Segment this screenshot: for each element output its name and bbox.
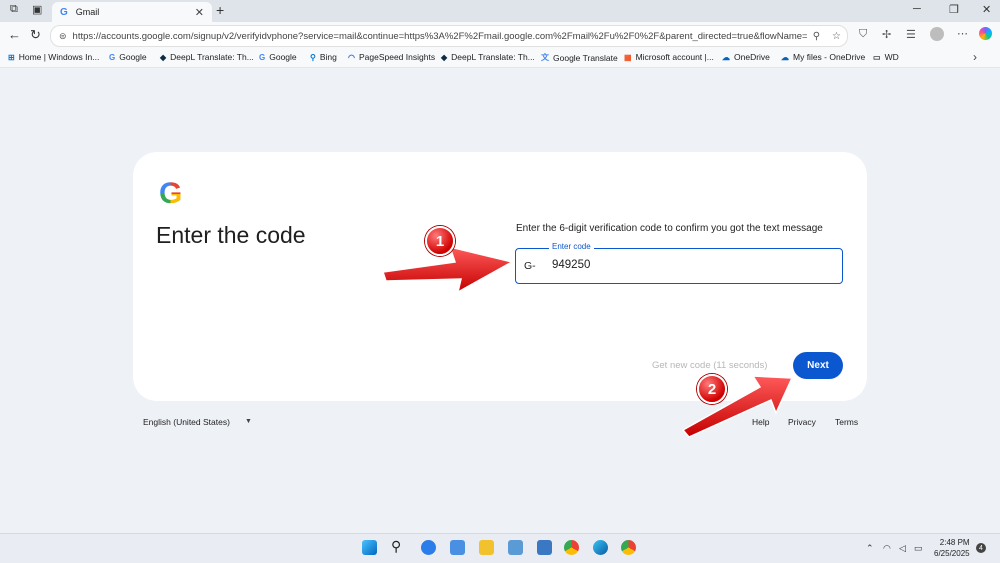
maximize-icon[interactable]: ❐ [949,3,959,16]
terms-link[interactable]: Terms [835,417,858,427]
favorite-star-icon[interactable]: ☆ [832,31,841,42]
volume-muted-icon[interactable]: ◁ [899,543,906,554]
step-badge-2: 2 [697,374,727,404]
tab-close-icon[interactable]: ✕ [195,6,204,19]
bing-search-icon: ⚲ [310,52,316,62]
microsoft-icon: ▦ [624,52,632,62]
get-new-code-link[interactable]: Get new code (11 seconds) [652,360,767,371]
vertical-tabs-icon[interactable]: ▣ [32,3,42,16]
folder-icon: ▭ [873,52,881,62]
extensions-icon[interactable]: ✢ [882,28,891,41]
back-icon[interactable]: ← [8,27,21,42]
google-translate-icon: 文 [541,53,549,62]
address-row: ← ↻ ⊜ https://accounts.google.com/signup… [0,22,1000,48]
deepl-icon: ◆ [160,52,167,62]
bookmarks-bar: ⊞ Home | Windows In... G Google ◆ DeepL Tra… [0,48,1000,68]
clock-date: 6/25/2025 [934,549,970,558]
step-badge-1: 1 [425,226,455,256]
pagespeed-icon: ◠ [348,52,355,62]
bookmark-item[interactable]: ⊞ Home | Windows In... [8,52,99,62]
new-tab-icon[interactable]: + [216,2,224,18]
chrome-profile-icon[interactable] [621,540,636,555]
browser-essentials-icon[interactable]: ⛉ [859,28,867,41]
address-bar[interactable]: ⊜ https://accounts.google.com/signup/v2/… [50,25,848,47]
chrome-icon[interactable] [564,540,579,555]
privacy-link[interactable]: Privacy [788,417,816,427]
notification-badge[interactable]: 4 [976,543,986,553]
read-aloud-icon[interactable]: ⚲ [813,31,820,42]
start-icon[interactable] [362,540,377,555]
url-text[interactable]: https://accounts.google.com/signup/v2/ve… [73,31,807,42]
page-title: Enter the code [156,222,306,248]
tab-title: Gmail [75,7,100,17]
bookmark-item[interactable]: G Google [259,52,297,62]
bookmark-item[interactable]: ☁ My files - OneDrive [781,52,865,62]
taskbar: ⚲ ⌃ ◠ ◁ ▭ 2:48 PM 6/25/2025 4 [0,533,1000,563]
next-button[interactable]: Next [793,352,843,379]
deepl-icon: ◆ [441,52,448,62]
battery-icon[interactable]: ▭ [914,543,923,554]
chevron-down-icon[interactable]: ▼ [245,418,252,425]
language-selector[interactable]: English (United States) [143,417,230,427]
workspaces-icon[interactable]: ⧉ [10,3,18,16]
windows-icon: ⊞ [8,52,15,62]
bookmark-item[interactable]: ▦ Microsoft account |... [624,52,714,62]
notes-icon[interactable] [537,540,552,555]
minimize-icon[interactable]: ─ [913,3,921,15]
bookmark-item[interactable]: G Google [109,52,147,62]
google-favicon-icon: G [60,6,68,18]
bookmark-item[interactable]: ☁ OneDrive [722,52,770,62]
search-icon[interactable]: ⚲ [391,538,401,555]
edge-icon[interactable] [593,540,608,555]
site-info-icon[interactable]: ⊜ [59,31,67,42]
remote-desktop-icon[interactable] [450,540,465,555]
code-field-label: Enter code [549,242,594,251]
more-options-icon[interactable]: ⋯ [957,27,968,40]
bookmark-item[interactable]: ◆ DeepL Translate: Th... [160,52,254,62]
chevron-right-icon[interactable]: › [973,50,977,64]
close-icon[interactable]: ✕ [982,3,991,16]
copilot-icon[interactable] [979,27,992,40]
copilot-app-icon[interactable] [421,540,436,555]
bookmark-item[interactable]: ◆ DeepL Translate: Th... [441,52,535,62]
refresh-icon[interactable]: ↻ [30,27,41,43]
wifi-icon[interactable]: ◠ [883,543,891,554]
google-logo-icon: G [159,177,183,210]
file-explorer-icon[interactable] [479,540,494,555]
tab-strip: ⧉ ▣ G Gmail ✕ + ─ ❐ ✕ [0,0,1000,22]
bookmark-item[interactable]: 文 Google Translate [541,52,618,63]
onedrive-icon: ☁ [781,52,789,62]
onedrive-icon: ☁ [722,52,730,62]
show-hidden-icons-icon[interactable]: ⌃ [866,543,874,554]
google-icon: G [109,52,116,62]
code-input[interactable] [552,256,782,274]
instruction-text: Enter the 6-digit verification code to c… [516,223,823,234]
notepad-icon[interactable] [508,540,523,555]
clock[interactable]: 2:48 PM 6/25/2025 [934,537,970,559]
tab-gmail[interactable]: G Gmail ✕ [52,2,212,22]
bookmark-item[interactable]: ◠ PageSpeed Insights [348,52,435,62]
favorites-icon[interactable]: ☰ [906,28,916,41]
bookmark-item[interactable]: ⚲ Bing [310,52,337,62]
clock-time: 2:48 PM [939,538,970,547]
profile-icon[interactable] [930,27,944,41]
bookmark-item[interactable]: ▭ WD [873,52,899,62]
help-link[interactable]: Help [752,417,769,427]
google-icon: G [259,52,266,62]
code-prefix: G- [524,260,536,272]
